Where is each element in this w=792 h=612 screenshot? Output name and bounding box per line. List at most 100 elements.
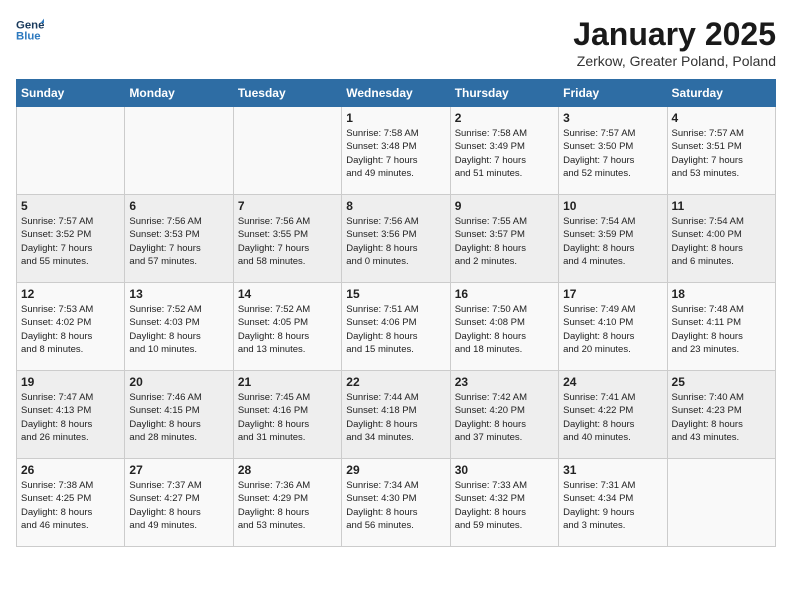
calendar-cell xyxy=(125,107,233,195)
calendar-cell xyxy=(233,107,341,195)
day-info: Sunrise: 7:41 AM Sunset: 4:22 PM Dayligh… xyxy=(563,391,662,444)
calendar-cell: 5Sunrise: 7:57 AM Sunset: 3:52 PM Daylig… xyxy=(17,195,125,283)
calendar-cell: 19Sunrise: 7:47 AM Sunset: 4:13 PM Dayli… xyxy=(17,371,125,459)
day-number: 7 xyxy=(238,199,337,213)
day-info: Sunrise: 7:53 AM Sunset: 4:02 PM Dayligh… xyxy=(21,303,120,356)
day-info: Sunrise: 7:37 AM Sunset: 4:27 PM Dayligh… xyxy=(129,479,228,532)
day-info: Sunrise: 7:50 AM Sunset: 4:08 PM Dayligh… xyxy=(455,303,554,356)
calendar-week-2: 5Sunrise: 7:57 AM Sunset: 3:52 PM Daylig… xyxy=(17,195,776,283)
day-number: 31 xyxy=(563,463,662,477)
calendar-table: SundayMondayTuesdayWednesdayThursdayFrid… xyxy=(16,79,776,547)
calendar-cell: 23 Sunrise: 7:42 AM Sunset: 4:20 PM Dayli… xyxy=(450,371,558,459)
calendar-title: January 2025 xyxy=(573,16,776,53)
calendar-cell: 28 Sunrise: 7:36 AM Sunset: 4:29 PM Dayli… xyxy=(233,459,341,547)
calendar-body: 1 Sunrise: 7:58 AM Sunset: 3:48 PM Daylig… xyxy=(17,107,776,547)
day-number: 27 xyxy=(129,463,228,477)
calendar-cell: 21Sunrise: 7:45 AM Sunset: 4:16 PM Dayli… xyxy=(233,371,341,459)
day-number: 16 xyxy=(455,287,554,301)
header-cell-friday: Friday xyxy=(559,80,667,107)
calendar-cell: 16 Sunrise: 7:50 AM Sunset: 4:08 PM Dayli… xyxy=(450,283,558,371)
calendar-cell: 12 Sunrise: 7:53 AM Sunset: 4:02 PM Dayli… xyxy=(17,283,125,371)
day-number: 1 xyxy=(346,111,445,125)
day-number: 17 xyxy=(563,287,662,301)
calendar-cell: 20 Sunrise: 7:46 AM Sunset: 4:15 PM Dayli… xyxy=(125,371,233,459)
calendar-cell: 18 Sunrise: 7:48 AM Sunset: 4:11 PM Dayli… xyxy=(667,283,775,371)
calendar-cell: 2 Sunrise: 7:58 AM Sunset: 3:49 PM Daylig… xyxy=(450,107,558,195)
day-number: 28 xyxy=(238,463,337,477)
day-number: 4 xyxy=(672,111,771,125)
day-info: Sunrise: 7:34 AM Sunset: 4:30 PM Dayligh… xyxy=(346,479,445,532)
day-info: Sunrise: 7:46 AM Sunset: 4:15 PM Dayligh… xyxy=(129,391,228,444)
calendar-cell: 24 Sunrise: 7:41 AM Sunset: 4:22 PM Dayli… xyxy=(559,371,667,459)
calendar-cell: 7 Sunrise: 7:56 AM Sunset: 3:55 PM Daylig… xyxy=(233,195,341,283)
calendar-cell: 13 Sunrise: 7:52 AM Sunset: 4:03 PM Dayli… xyxy=(125,283,233,371)
calendar-cell: 10 Sunrise: 7:54 AM Sunset: 3:59 PM Dayli… xyxy=(559,195,667,283)
calendar-cell: 15Sunrise: 7:51 AM Sunset: 4:06 PM Dayli… xyxy=(342,283,450,371)
day-number: 30 xyxy=(455,463,554,477)
day-number: 11 xyxy=(672,199,771,213)
day-info: Sunrise: 7:54 AM Sunset: 4:00 PM Dayligh… xyxy=(672,215,771,268)
day-number: 18 xyxy=(672,287,771,301)
day-number: 10 xyxy=(563,199,662,213)
day-info: Sunrise: 7:56 AM Sunset: 3:53 PM Dayligh… xyxy=(129,215,228,268)
logo: General Blue xyxy=(16,16,44,44)
calendar-cell: 4 Sunrise: 7:57 AM Sunset: 3:51 PM Daylig… xyxy=(667,107,775,195)
day-number: 14 xyxy=(238,287,337,301)
day-info: Sunrise: 7:48 AM Sunset: 4:11 PM Dayligh… xyxy=(672,303,771,356)
day-info: Sunrise: 7:44 AM Sunset: 4:18 PM Dayligh… xyxy=(346,391,445,444)
day-number: 2 xyxy=(455,111,554,125)
day-number: 12 xyxy=(21,287,120,301)
header-cell-saturday: Saturday xyxy=(667,80,775,107)
header-cell-sunday: Sunday xyxy=(17,80,125,107)
calendar-subtitle: Zerkow, Greater Poland, Poland xyxy=(573,53,776,69)
day-number: 25 xyxy=(672,375,771,389)
day-info: Sunrise: 7:56 AM Sunset: 3:55 PM Dayligh… xyxy=(238,215,337,268)
header-cell-thursday: Thursday xyxy=(450,80,558,107)
header-cell-tuesday: Tuesday xyxy=(233,80,341,107)
calendar-header-row: SundayMondayTuesdayWednesdayThursdayFrid… xyxy=(17,80,776,107)
day-info: Sunrise: 7:42 AM Sunset: 4:20 PM Dayligh… xyxy=(455,391,554,444)
day-info: Sunrise: 7:54 AM Sunset: 3:59 PM Dayligh… xyxy=(563,215,662,268)
day-info: Sunrise: 7:52 AM Sunset: 4:03 PM Dayligh… xyxy=(129,303,228,356)
day-info: Sunrise: 7:51 AM Sunset: 4:06 PM Dayligh… xyxy=(346,303,445,356)
calendar-week-1: 1 Sunrise: 7:58 AM Sunset: 3:48 PM Daylig… xyxy=(17,107,776,195)
day-number: 20 xyxy=(129,375,228,389)
day-info: Sunrise: 7:58 AM Sunset: 3:49 PM Dayligh… xyxy=(455,127,554,180)
day-info: Sunrise: 7:58 AM Sunset: 3:48 PM Dayligh… xyxy=(346,127,445,180)
day-info: Sunrise: 7:40 AM Sunset: 4:23 PM Dayligh… xyxy=(672,391,771,444)
calendar-cell: 14 Sunrise: 7:52 AM Sunset: 4:05 PM Dayli… xyxy=(233,283,341,371)
day-info: Sunrise: 7:52 AM Sunset: 4:05 PM Dayligh… xyxy=(238,303,337,356)
calendar-cell: 30 Sunrise: 7:33 AM Sunset: 4:32 PM Dayli… xyxy=(450,459,558,547)
calendar-cell: 3 Sunrise: 7:57 AM Sunset: 3:50 PM Daylig… xyxy=(559,107,667,195)
day-info: Sunrise: 7:56 AM Sunset: 3:56 PM Dayligh… xyxy=(346,215,445,268)
day-number: 21 xyxy=(238,375,337,389)
day-number: 8 xyxy=(346,199,445,213)
day-info: Sunrise: 7:31 AM Sunset: 4:34 PM Dayligh… xyxy=(563,479,662,532)
day-number: 3 xyxy=(563,111,662,125)
day-info: Sunrise: 7:49 AM Sunset: 4:10 PM Dayligh… xyxy=(563,303,662,356)
day-info: Sunrise: 7:57 AM Sunset: 3:50 PM Dayligh… xyxy=(563,127,662,180)
day-number: 6 xyxy=(129,199,228,213)
day-info: Sunrise: 7:57 AM Sunset: 3:52 PM Dayligh… xyxy=(21,215,120,268)
calendar-cell: 1 Sunrise: 7:58 AM Sunset: 3:48 PM Daylig… xyxy=(342,107,450,195)
svg-text:General: General xyxy=(16,19,44,31)
day-number: 19 xyxy=(21,375,120,389)
calendar-cell: 25 Sunrise: 7:40 AM Sunset: 4:23 PM Dayli… xyxy=(667,371,775,459)
day-info: Sunrise: 7:36 AM Sunset: 4:29 PM Dayligh… xyxy=(238,479,337,532)
calendar-cell: 6 Sunrise: 7:56 AM Sunset: 3:53 PM Daylig… xyxy=(125,195,233,283)
calendar-week-4: 19Sunrise: 7:47 AM Sunset: 4:13 PM Dayli… xyxy=(17,371,776,459)
calendar-cell: 31 Sunrise: 7:31 AM Sunset: 4:34 PM Dayli… xyxy=(559,459,667,547)
day-info: Sunrise: 7:57 AM Sunset: 3:51 PM Dayligh… xyxy=(672,127,771,180)
day-info: Sunrise: 7:33 AM Sunset: 4:32 PM Dayligh… xyxy=(455,479,554,532)
day-number: 13 xyxy=(129,287,228,301)
day-info: Sunrise: 7:55 AM Sunset: 3:57 PM Dayligh… xyxy=(455,215,554,268)
day-number: 23 xyxy=(455,375,554,389)
calendar-cell: 9Sunrise: 7:55 AM Sunset: 3:57 PM Daylig… xyxy=(450,195,558,283)
calendar-cell: 8 Sunrise: 7:56 AM Sunset: 3:56 PM Daylig… xyxy=(342,195,450,283)
calendar-cell xyxy=(17,107,125,195)
day-info: Sunrise: 7:38 AM Sunset: 4:25 PM Dayligh… xyxy=(21,479,120,532)
day-number: 24 xyxy=(563,375,662,389)
day-number: 22 xyxy=(346,375,445,389)
logo-icon: General Blue xyxy=(16,16,44,44)
calendar-cell: 11 Sunrise: 7:54 AM Sunset: 4:00 PM Dayli… xyxy=(667,195,775,283)
